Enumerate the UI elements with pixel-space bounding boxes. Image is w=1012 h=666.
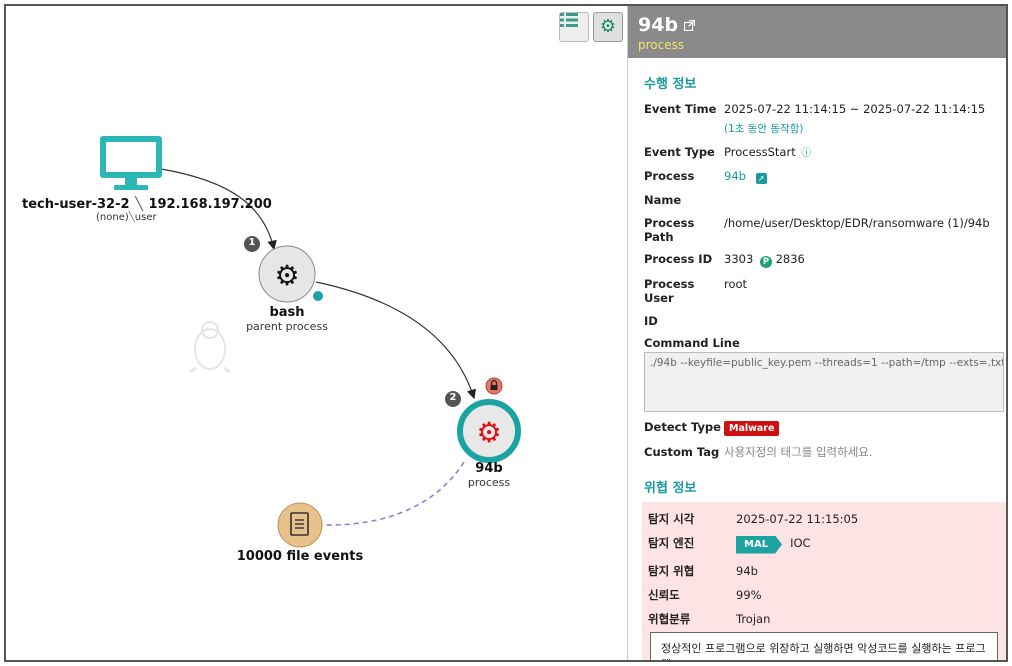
linux-icon (189, 321, 231, 374)
threat-time: 2025-07-22 11:15:05 (736, 511, 859, 526)
process-id: 3303 (724, 252, 754, 266)
detail-title-text: 94b (638, 14, 679, 36)
parent-id: 2836 (775, 252, 805, 266)
process-user-id-label: ID (644, 313, 658, 328)
event-type: ProcessStart (724, 144, 796, 159)
category: Trojan (736, 611, 771, 626)
event-type-label: Event Type (644, 144, 715, 159)
host-sub: (none)╲user (96, 212, 157, 223)
bash-node: ⚙ (258, 245, 323, 303)
threat-engine-row: 탐지 엔진 MAL IOC (648, 535, 1006, 554)
confidence-row: 신뢰도 99% (648, 588, 1006, 602)
svg-text:⚙: ⚙ (476, 416, 501, 449)
host-domain: (none) (96, 212, 129, 223)
threat-engine: IOC (790, 535, 811, 550)
custom-tag-input[interactable]: 사용자정의 태그를 입력하세요. (724, 445, 873, 459)
process-name-row: Name (644, 193, 1006, 207)
process-user: root (724, 276, 748, 291)
settings-button[interactable]: ⚙ (593, 12, 623, 42)
process-path-label: Process Path (644, 215, 695, 244)
edge-bash-94b (315, 281, 477, 400)
mal-tag: MAL (736, 535, 783, 554)
file-events-node (277, 502, 323, 548)
target-node: ⚙ (457, 399, 521, 463)
host-user: user (134, 212, 157, 223)
threat-section-title: 위협 정보 (644, 480, 697, 496)
custom-tag-label: Custom Tag (644, 444, 720, 459)
list-icon (560, 13, 578, 27)
process-user-label: Process User (644, 276, 695, 305)
open-process-icon[interactable]: ↗ (755, 173, 767, 184)
event-time-value: 2025-07-22 11:14:15 ~ 2025-07-22 11:14:1… (724, 102, 985, 136)
process-path-row: Process Path /home/user/Desktop/EDR/rans… (644, 215, 1006, 244)
detail-title: 94b (638, 14, 1000, 36)
step-1-number: 1 (248, 237, 256, 248)
file-events-text: 10000 file events (236, 549, 364, 564)
event-duration: (1초 동안 동작함) (724, 123, 804, 135)
event-time-label: Event Time (644, 102, 717, 116)
file-events-label: 10000 file events (220, 549, 380, 564)
process-name-label: Name (644, 193, 682, 207)
host-name: tech-user-32-2 (22, 197, 130, 212)
process-label: Process (644, 169, 695, 183)
help-icon[interactable]: ⓘ (801, 148, 811, 159)
monitor-icon (100, 136, 162, 190)
threat-box: 탐지 시각 2025-07-22 11:15:05 탐지 엔진 MAL IOC 탐… (642, 501, 1006, 660)
process-id-row: Process ID 3303 P 2836 (644, 252, 1006, 268)
svg-text:⚙: ⚙ (274, 259, 299, 292)
target-role: process (467, 476, 511, 489)
detect-type-row: Detect Type Malware (644, 420, 1006, 436)
event-time: 2025-07-22 11:14:15 ~ 2025-07-22 11:14:1… (724, 102, 986, 116)
process-user-id-row: ID (644, 313, 1006, 328)
process-name-link[interactable]: 94b (724, 169, 746, 183)
command-line-textarea[interactable]: ./94b --keyfile=public_key.pem --threads… (644, 352, 1004, 412)
custom-tag-row: Custom Tag 사용자정의 태그를 입력하세요. (644, 444, 1006, 459)
bash-name: bash (269, 305, 305, 320)
external-link-icon[interactable] (684, 19, 696, 31)
confidence-label: 신뢰도 (648, 587, 680, 602)
host-ip: 192.168.197.200 (148, 197, 272, 212)
detail-type: process (638, 38, 685, 52)
threat-name-link[interactable]: 94b (736, 564, 758, 578)
process-user-row: Process User root (644, 276, 1006, 305)
process-row: Process 94b ↗ (644, 169, 1006, 184)
detect-type-label: Detect Type (644, 420, 721, 434)
command-line-label: Command Line (644, 336, 740, 350)
process-id-label: Process ID (644, 252, 713, 266)
detail-panel: 94b process 수행 정보 Event Time 2025-07-22 … (627, 6, 1006, 660)
process-path: /home/user/Desktop/EDR/ransomware (1)/94… (724, 215, 990, 230)
category-row: 위협분류 Trojan (648, 612, 1006, 626)
step-2-number: 2 (449, 392, 457, 403)
detect-type-badge: Malware (724, 421, 780, 436)
threat-name-label: 탐지 위협 (648, 563, 695, 578)
exec-section-title: 수행 정보 (644, 77, 697, 92)
list-view-button[interactable] (559, 12, 589, 42)
window: ⚙ ⚙ 1 2 ⚙ tech-user-32-2 ╲ 192.168.197.2… (4, 4, 1008, 662)
command-line-row: Command Line (644, 336, 1006, 350)
target-name: 94b (475, 461, 503, 476)
threat-engine-label: 탐지 엔진 (648, 535, 695, 550)
confidence: 99% (736, 587, 762, 602)
detail-header: 94b process (628, 6, 1006, 58)
bash-role: parent process (246, 320, 328, 333)
parent-badge: P (759, 256, 772, 268)
event-time-row: Event Time 2025-07-22 11:14:15 ~ 2025-07… (644, 102, 1006, 136)
event-type-row: Event Type ProcessStart ⓘ (644, 144, 1006, 161)
lock-icon (485, 377, 503, 395)
target-label: 94b process (439, 461, 539, 489)
threat-name-row: 탐지 위협 94b (648, 564, 1006, 578)
category-label: 위협분류 (648, 611, 691, 626)
threat-time-label: 탐지 시각 (648, 511, 695, 526)
threat-time-row: 탐지 시각 2025-07-22 11:15:05 (648, 512, 1006, 526)
threat-description: 정상적인 프로그램으로 위장하고 실행하면 악성코드를 실행하는 프로그램 (650, 631, 998, 660)
process-graph[interactable]: ⚙ ⚙ 1 2 ⚙ tech-user-32-2 ╲ 192.168.197.2… (6, 6, 627, 660)
gear-icon: ⚙ (599, 16, 617, 37)
bash-label: bash parent process (227, 305, 347, 333)
host-label: tech-user-32-2 ╲ 192.168.197.200 (22, 197, 272, 212)
